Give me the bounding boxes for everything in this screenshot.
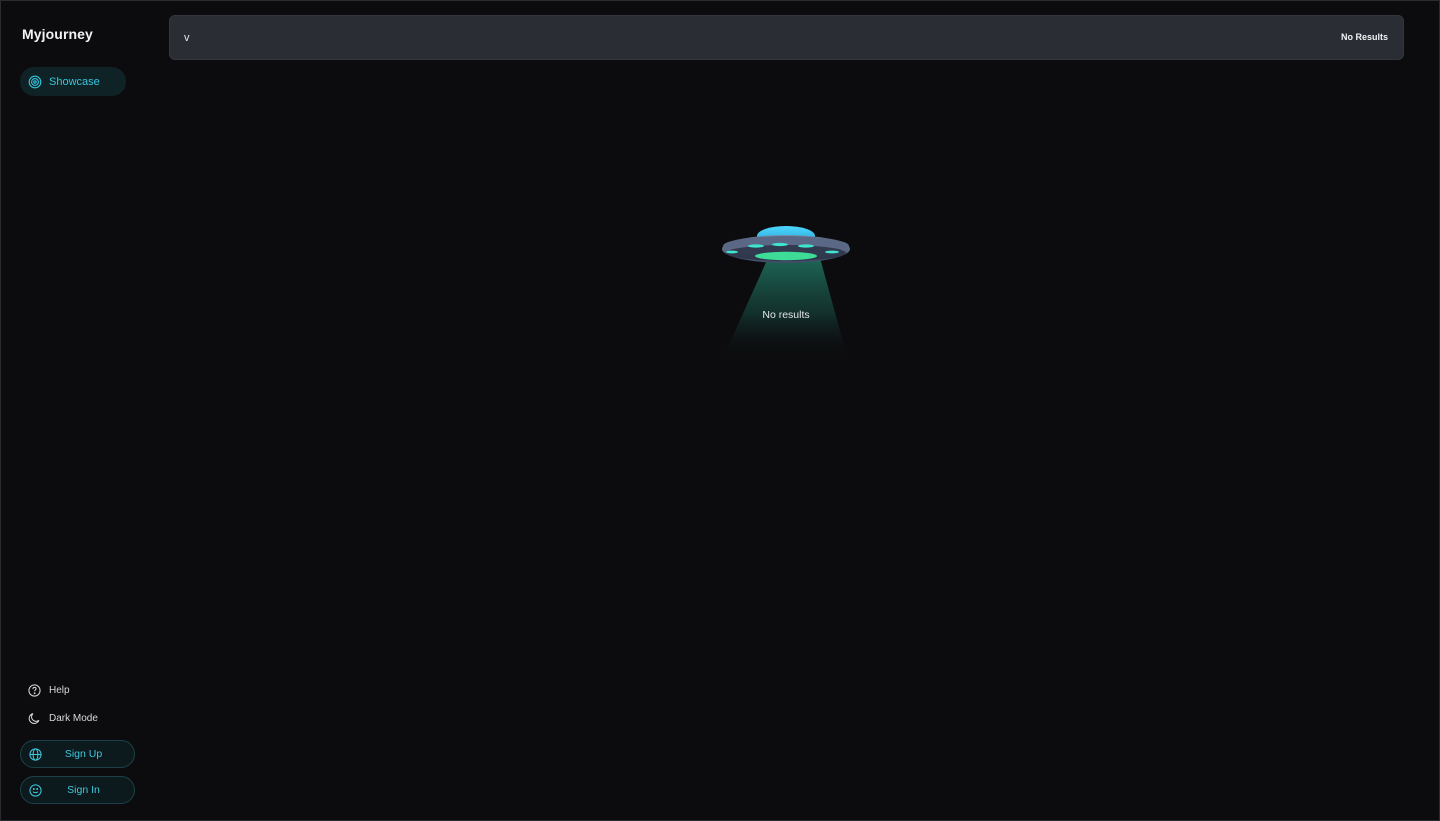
empty-state: No results: [716, 222, 856, 362]
sign-in-button[interactable]: Sign In: [20, 776, 135, 804]
target-icon: [28, 75, 42, 89]
sidebar-item-showcase[interactable]: Showcase: [20, 67, 126, 96]
dark-mode-toggle[interactable]: Dark Mode: [28, 710, 98, 726]
help-label: Help: [49, 684, 70, 696]
dark-mode-label: Dark Mode: [49, 712, 98, 724]
sign-up-button[interactable]: Sign Up: [20, 740, 135, 768]
search-result-status: No Results: [1340, 32, 1388, 42]
globe-icon: [29, 748, 42, 761]
ufo-icon: [722, 226, 850, 360]
app-frame: [0, 0, 1440, 821]
sidebar: Myjourney Showcase Help Dark Mode Sign U…: [0, 0, 150, 821]
sidebar-item-label: Showcase: [49, 75, 100, 88]
help-link[interactable]: Help: [28, 682, 70, 698]
smile-icon: [29, 784, 42, 797]
search-input[interactable]: [184, 28, 1284, 48]
help-circle-icon: [28, 683, 41, 697]
empty-state-message: No results: [762, 309, 810, 321]
search-bar: No Results: [169, 15, 1404, 60]
moon-icon: [28, 712, 41, 725]
app-logo[interactable]: Myjourney: [22, 26, 93, 42]
